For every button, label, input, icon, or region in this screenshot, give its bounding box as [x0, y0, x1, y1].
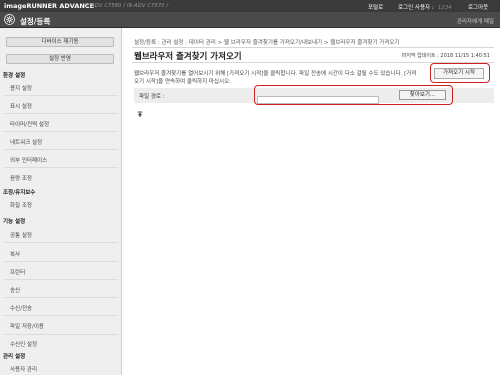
device-model: iR-ADV C7580 / iR-ADV C7570 /	[84, 2, 169, 9]
login-user-info: 로그인 사용자 :1234	[398, 3, 456, 11]
sidebar-item-printer[interactable]: 프린터	[10, 268, 25, 276]
apply-settings-button[interactable]: 설정 반영	[6, 54, 114, 64]
login-user-name: 1234	[437, 4, 452, 11]
top-bar: imageRUNNER ADVANCE iR-ADV C7580 / iR-AD…	[0, 0, 500, 12]
sidebar-section-functions: 기능 설정	[3, 219, 26, 225]
divider	[4, 131, 118, 132]
sidebar-item-paper[interactable]: 용지 설정	[10, 84, 32, 92]
breadcrumb: 설정/등록 : 관리 설정 : 데이터 관리 > 웹 브라우저 즐겨찾기를 가져…	[134, 40, 400, 46]
sidebar-section-management: 관리 설정	[3, 354, 26, 360]
sidebar-section-maintenance: 조정/유지보수	[3, 190, 36, 196]
divider	[4, 167, 118, 168]
file-path-input[interactable]	[257, 96, 379, 104]
divider	[4, 315, 118, 316]
last-updated: 마지막 업데이트 : 2018 11/15 1:40:51	[401, 53, 490, 59]
divider	[4, 279, 118, 280]
sidebar-item-user-management[interactable]: 사용자 관리	[10, 365, 37, 373]
sidebar-item-receive-forward[interactable]: 수신/전송	[10, 304, 32, 312]
sidebar-item-network[interactable]: 네트워크 설정	[10, 138, 42, 146]
sidebar-section-env: 환경 설정	[3, 73, 26, 79]
device-restart-button[interactable]: 디바이스 재기동	[6, 37, 114, 47]
sidebar-item-volume[interactable]: 음량 조정	[10, 174, 32, 182]
start-import-button[interactable]: 가져오기 시작	[434, 68, 484, 79]
sidebar-item-display[interactable]: 표시 설정	[10, 102, 32, 110]
divider	[4, 261, 118, 262]
page-top-arrow-icon[interactable]	[137, 111, 143, 117]
sidebar-item-common[interactable]: 공통 설정	[10, 231, 32, 239]
sidebar-item-copy[interactable]: 복사	[10, 250, 20, 258]
sidebar-item-timer-power[interactable]: 타이머/전력 설정	[10, 120, 49, 128]
brand-label: imageRUNNER ADVANCE	[4, 2, 95, 10]
sidebar-item-destination[interactable]: 수신인 설정	[10, 340, 37, 348]
login-user-label: 로그인 사용자 :	[398, 4, 434, 11]
divider	[4, 149, 118, 150]
browse-button[interactable]: 찾아보기...	[399, 90, 446, 100]
file-path-label: 파일 경로 :	[139, 94, 165, 100]
divider	[132, 62, 494, 63]
portal-link[interactable]: 포털로	[368, 3, 383, 11]
sidebar-item-file-storage[interactable]: 파일 저장/이용	[10, 322, 44, 330]
divider	[4, 95, 118, 96]
divider	[4, 334, 118, 335]
divider	[132, 47, 494, 48]
sidebar: 디바이스 재기동 설정 반영 환경 설정 용지 설정 표시 설정 타이머/전력 …	[0, 28, 122, 375]
section-title: 설정/등록	[20, 16, 51, 26]
page-title: 웹브라우저 즐겨찾기 가져오기	[134, 52, 242, 62]
main-content: 설정/등록 : 관리 설정 : 데이터 관리 > 웹 브라우저 즐겨찾기를 가져…	[122, 28, 500, 375]
sidebar-item-send[interactable]: 송신	[10, 286, 20, 294]
logout-link[interactable]: 로그아웃	[468, 3, 488, 11]
sidebar-item-image-quality[interactable]: 화질 조정	[10, 201, 32, 209]
divider	[4, 113, 118, 114]
divider	[4, 297, 118, 298]
divider	[4, 242, 118, 243]
mail-admin-link[interactable]: 관리자에게 메일	[457, 17, 494, 25]
page-header: 설정/등록 관리자에게 메일	[0, 12, 500, 28]
sidebar-item-external-interface[interactable]: 외부 인터페이스	[10, 156, 47, 164]
description-text: 웹브라우저 즐겨찾기를 열어보시기 위해 [가져오기 시작]을 클릭합니다. 파…	[134, 71, 417, 85]
settings-gear-icon	[4, 14, 15, 25]
